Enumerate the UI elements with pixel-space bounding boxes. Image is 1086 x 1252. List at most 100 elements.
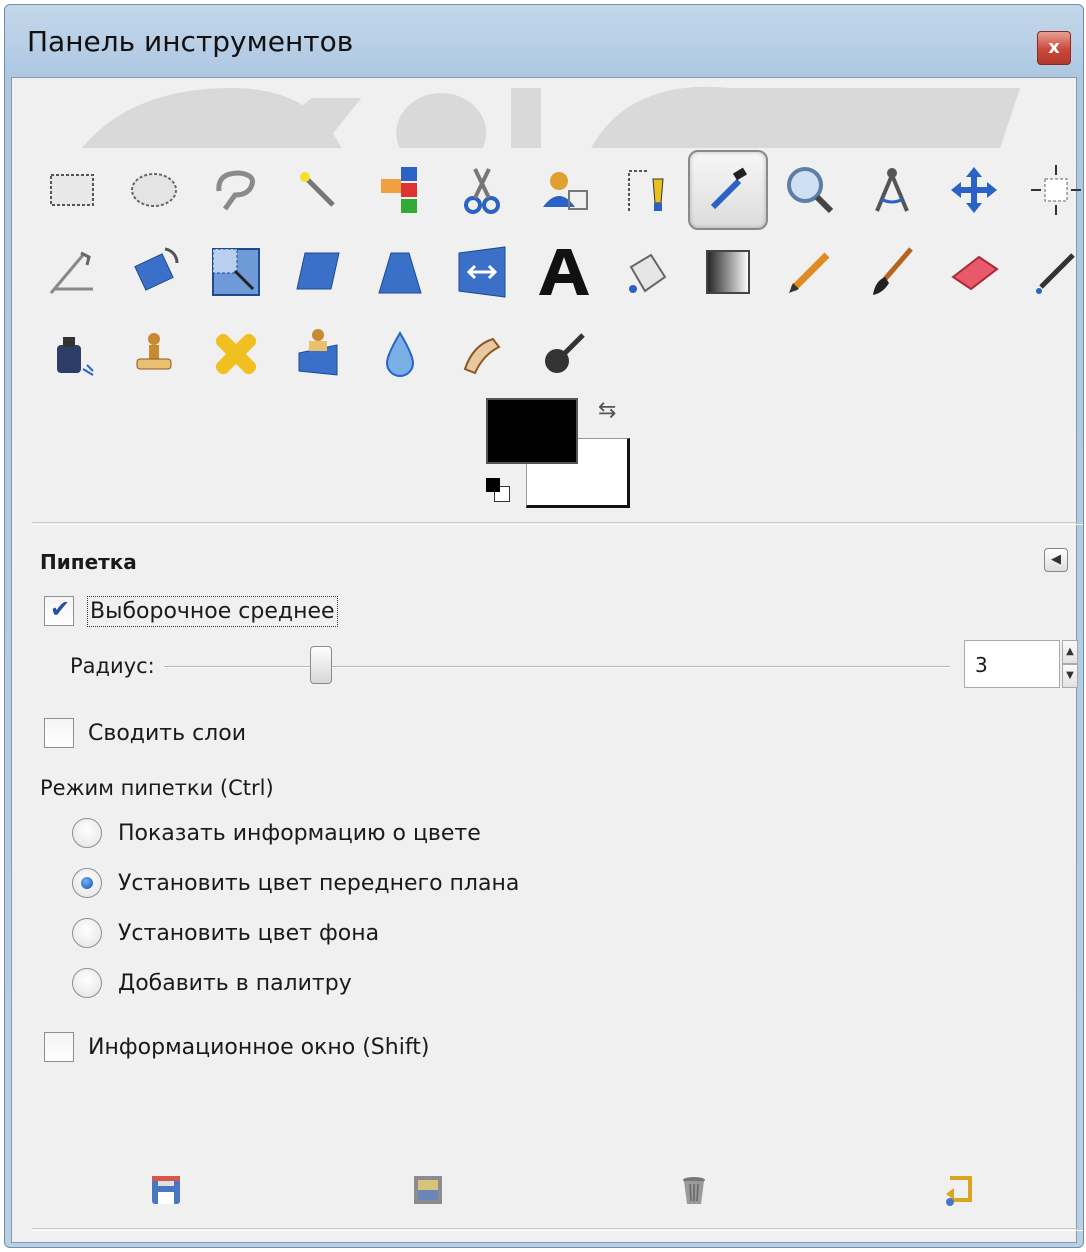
scissors-select-tool[interactable] — [442, 150, 522, 230]
eraser-tool[interactable] — [934, 232, 1014, 312]
flip-tool[interactable] — [442, 232, 522, 312]
heal-tool[interactable] — [196, 314, 276, 394]
mode-label: Установить цвет переднего плана — [118, 870, 520, 896]
foreground-select-tool[interactable] — [524, 150, 604, 230]
radio-circle[interactable] — [72, 918, 102, 948]
radio-circle-selected[interactable] — [72, 868, 102, 898]
mode-radio-background[interactable]: Установить цвет фона — [72, 918, 379, 948]
default-colors-icon[interactable] — [486, 478, 512, 504]
paths-tool[interactable] — [606, 150, 686, 230]
ink-icon — [57, 337, 94, 376]
alignment-icon — [1031, 165, 1081, 215]
ink-tool[interactable] — [32, 314, 112, 394]
mode-radio-foreground[interactable]: Установить цвет переднего плана — [72, 868, 519, 898]
radius-label: Радиус: — [70, 654, 155, 678]
select-by-color-icon — [381, 167, 417, 213]
radius-spinbox[interactable]: 3 — [964, 640, 1060, 688]
move-tool[interactable] — [934, 150, 1014, 230]
sample-average-check-icon[interactable] — [44, 595, 74, 626]
zoom-icon — [787, 167, 834, 214]
sample-merged-check-icon[interactable] — [44, 718, 74, 748]
info-window-checkbox[interactable]: Информационное окно (Shift) — [44, 1032, 429, 1062]
options-menu-button[interactable]: ◀ — [1044, 548, 1068, 572]
text-tool[interactable] — [524, 232, 604, 312]
pencil-icon — [789, 252, 830, 293]
color-picker-tool[interactable] — [688, 150, 768, 230]
title-bar[interactable]: Панель инструментов x — [5, 5, 1083, 81]
free-select-icon — [216, 170, 255, 211]
fuzzy-select-tool[interactable] — [278, 150, 358, 230]
pick-mode-label: Режим пипетки (Ctrl) — [40, 776, 274, 800]
alignment-tool[interactable] — [1016, 150, 1083, 230]
perspective-icon — [378, 252, 422, 294]
smudge-tool[interactable] — [442, 314, 522, 394]
color-picker-icon — [710, 167, 748, 210]
blend-icon — [706, 250, 750, 294]
shear-tool[interactable] — [278, 232, 358, 312]
radius-slider-track[interactable] — [164, 666, 950, 668]
restore-options-button[interactable] — [408, 1170, 448, 1210]
tool-options-title: Пипетка — [40, 550, 137, 574]
radius-spin-buttons[interactable]: ▲ ▼ — [1062, 640, 1078, 688]
clone-tool[interactable] — [114, 314, 194, 394]
ellipse-select-tool[interactable] — [114, 150, 194, 230]
eraser-icon — [951, 255, 999, 291]
swap-colors-icon[interactable]: ⇆ — [598, 398, 616, 423]
clone-icon — [136, 333, 172, 370]
close-button[interactable]: x — [1037, 31, 1071, 65]
mode-radio-info[interactable]: Показать информацию о цвете — [72, 818, 481, 848]
heal-icon — [215, 333, 257, 375]
shear-icon — [296, 252, 340, 290]
info-window-check-icon[interactable] — [44, 1032, 74, 1062]
dodge-burn-icon — [545, 333, 585, 373]
perspective-clone-icon — [298, 329, 338, 376]
foreground-select-icon — [543, 172, 588, 210]
dodge-burn-tool[interactable] — [524, 314, 604, 394]
reset-options-icon — [946, 1176, 972, 1206]
paintbrush-tool[interactable] — [852, 232, 932, 312]
delete-options-button[interactable] — [674, 1170, 714, 1210]
mode-label: Добавить в палитру — [118, 970, 352, 996]
radio-circle[interactable] — [72, 968, 102, 998]
color-area: ⇆ — [486, 398, 636, 518]
perspective-clone-tool[interactable] — [278, 314, 358, 394]
sample-merged-label: Сводить слои — [88, 720, 246, 746]
reset-options-button[interactable] — [938, 1170, 978, 1210]
smudge-icon — [463, 337, 501, 375]
bucket-fill-tool[interactable] — [606, 232, 686, 312]
rect-select-tool[interactable] — [32, 150, 112, 230]
airbrush-icon — [1036, 253, 1075, 294]
mode-radio-palette[interactable]: Добавить в палитру — [72, 968, 352, 998]
sample-merged-checkbox[interactable]: Сводить слои — [44, 718, 246, 748]
window-title: Панель инструментов — [27, 25, 354, 58]
mode-label: Установить цвет фона — [118, 920, 380, 946]
sample-average-checkbox[interactable]: Выборочное среднее — [44, 595, 338, 627]
paintbrush-icon — [873, 247, 913, 295]
free-select-tool[interactable] — [196, 150, 276, 230]
airbrush-tool[interactable] — [1016, 232, 1083, 312]
blur-sharpen-tool[interactable] — [360, 314, 440, 394]
zoom-tool[interactable] — [770, 150, 850, 230]
spin-down-icon[interactable]: ▼ — [1062, 664, 1078, 688]
crop-tool[interactable] — [32, 232, 112, 312]
toolbox-window: Панель инструментов x ⇆ Пипетка ◀ ✔ Выбо… — [4, 4, 1084, 1248]
perspective-tool[interactable] — [360, 232, 440, 312]
bottom-separator — [32, 1228, 1083, 1231]
save-options-button[interactable] — [146, 1170, 186, 1210]
foreground-color-swatch[interactable] — [486, 398, 578, 464]
scissors-icon — [464, 168, 500, 214]
rotate-tool[interactable] — [114, 232, 194, 312]
sample-average-label: Выборочное среднее — [87, 595, 338, 627]
rect-select-icon — [50, 174, 94, 206]
info-window-label: Информационное окно (Shift) — [88, 1034, 430, 1060]
spin-up-icon[interactable]: ▲ — [1062, 640, 1078, 664]
blend-tool[interactable] — [688, 232, 768, 312]
radio-circle[interactable] — [72, 818, 102, 848]
measure-tool[interactable] — [852, 150, 932, 230]
restore-options-icon — [414, 1176, 442, 1204]
radius-slider-thumb[interactable] — [310, 646, 332, 684]
pencil-tool[interactable] — [770, 232, 850, 312]
fuzzy-select-icon — [300, 172, 335, 207]
select-by-color-tool[interactable] — [360, 150, 440, 230]
scale-tool[interactable] — [196, 232, 276, 312]
